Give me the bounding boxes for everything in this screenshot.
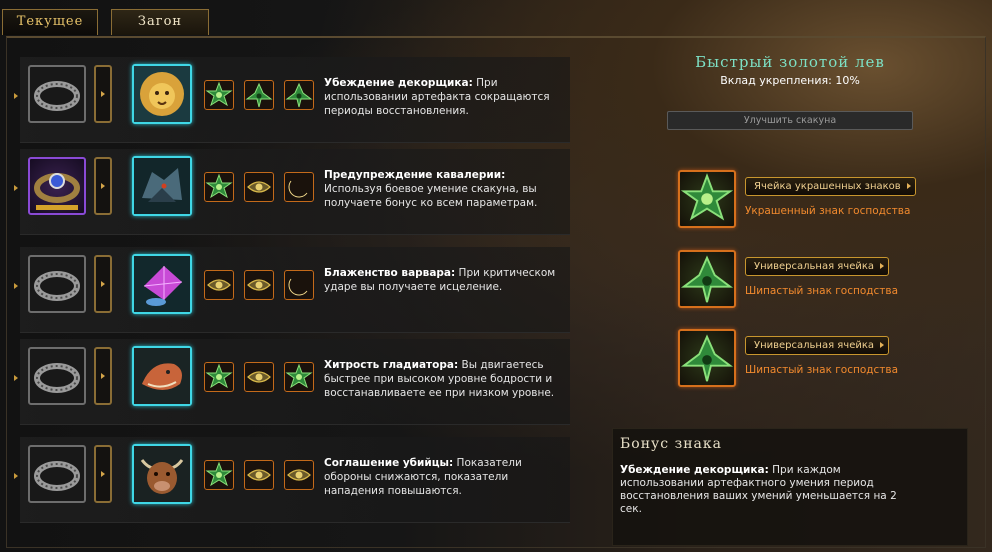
insignia-slot[interactable] bbox=[204, 80, 234, 110]
insignia-slot-type-button[interactable]: Ячейка украшенных знаков bbox=[745, 177, 916, 196]
mount-power-description: Убеждение декорщика: При использовании а… bbox=[324, 76, 564, 118]
gold-eye-insignia-icon bbox=[205, 279, 233, 303]
mount-power-name: Убеждение декорщика: bbox=[324, 77, 473, 89]
mount-power-name: Предупреждение кавалерии: bbox=[324, 169, 506, 181]
tab-current[interactable]: Текущее bbox=[2, 9, 98, 35]
gear-slot[interactable] bbox=[28, 65, 86, 123]
green-tri-insignia-icon bbox=[680, 334, 734, 389]
lizard-portrait-icon bbox=[134, 348, 190, 408]
crystal-portrait-icon bbox=[134, 256, 190, 316]
equipped-insignia-slot[interactable] bbox=[678, 170, 736, 228]
gold-eye-insignia-icon bbox=[245, 469, 273, 493]
gear-slot-expand-button[interactable] bbox=[94, 347, 112, 405]
bonus-name: Убеждение декорщика: bbox=[620, 464, 769, 476]
equipped-insignia-slot[interactable] bbox=[678, 329, 736, 387]
mount-power-description: Соглашение убийцы: Показатели обороны сн… bbox=[324, 456, 564, 498]
mount-power-description: Предупреждение кавалерии: Используя боев… bbox=[324, 168, 564, 210]
lion-portrait-icon bbox=[134, 66, 190, 126]
gear-slot-expand-button[interactable] bbox=[94, 255, 112, 313]
green-star-insignia-icon bbox=[285, 363, 313, 395]
insignia-slot[interactable] bbox=[204, 270, 234, 300]
insignia-slot-type-button[interactable]: Универсальная ячейка bbox=[745, 336, 890, 355]
mount-power-name: Блаженство варвара: bbox=[324, 267, 456, 279]
insignia-slot[interactable] bbox=[244, 172, 274, 202]
insignia-item-name: Шипастый знак господства bbox=[745, 285, 899, 297]
gear-slot-expand-button[interactable] bbox=[94, 445, 112, 503]
insignia-item-name: Шипастый знак господства bbox=[745, 364, 899, 376]
upgrade-mount-button[interactable]: Улучшить скакуна bbox=[667, 111, 913, 130]
belt-icon bbox=[30, 363, 84, 407]
insignia-slot[interactable] bbox=[204, 172, 234, 202]
gold-eye-insignia-icon bbox=[245, 279, 273, 303]
green-star-insignia-icon bbox=[680, 173, 734, 230]
row-arrow-icon bbox=[14, 375, 18, 381]
equipped-insignia-slot[interactable] bbox=[678, 250, 736, 308]
mount-power-text: Используя боевое умение скакуна, вы полу… bbox=[324, 183, 538, 209]
mount-portrait[interactable] bbox=[132, 156, 192, 216]
tab-stable[interactable]: Загон bbox=[111, 9, 209, 35]
insignia-slot[interactable] bbox=[284, 362, 314, 392]
belt-icon bbox=[30, 271, 84, 315]
insignia-bonus-text: Убеждение декорщика: При каждом использо… bbox=[620, 464, 920, 516]
gear-slot-expand-button[interactable] bbox=[94, 65, 112, 123]
gear-slot[interactable] bbox=[28, 157, 86, 215]
green-star-insignia-icon bbox=[205, 461, 233, 493]
mount-power-name: Соглашение убийцы: bbox=[324, 457, 454, 469]
gold-crescent-insignia-icon bbox=[285, 278, 313, 303]
row-arrow-icon bbox=[14, 283, 18, 289]
gear-slot[interactable] bbox=[28, 445, 86, 503]
green-star-insignia-icon bbox=[205, 363, 233, 395]
green-tri-insignia-icon bbox=[285, 82, 313, 113]
insignia-slot-type-button[interactable]: Универсальная ячейка bbox=[745, 257, 890, 276]
mount-power-name: Хитрость гладиатора: bbox=[324, 359, 459, 371]
gear-slot-expand-button[interactable] bbox=[94, 157, 112, 215]
green-star-insignia-icon bbox=[205, 81, 233, 113]
mount-power-description: Блаженство варвара: При критическом удар… bbox=[324, 266, 564, 294]
mount-title: Быстрый золотой лев bbox=[695, 53, 885, 71]
insignia-slot[interactable] bbox=[204, 362, 234, 392]
gear-slot[interactable] bbox=[28, 255, 86, 313]
row-arrow-icon bbox=[14, 185, 18, 191]
green-star-insignia-icon bbox=[205, 173, 233, 205]
gold-eye-insignia-icon bbox=[245, 181, 273, 205]
gold-eye-insignia-icon bbox=[285, 469, 313, 493]
green-tri-insignia-icon bbox=[680, 255, 734, 310]
row-arrow-icon bbox=[14, 93, 18, 99]
insignia-bonus-title: Бонус знака bbox=[620, 436, 722, 452]
belt-icon bbox=[30, 461, 84, 505]
insignia-slot[interactable] bbox=[244, 270, 274, 300]
insignia-slot[interactable] bbox=[204, 460, 234, 490]
mount-portrait[interactable] bbox=[132, 444, 192, 504]
belt-icon bbox=[30, 81, 84, 125]
insignia-slot[interactable] bbox=[244, 362, 274, 392]
insignia-slot[interactable] bbox=[284, 270, 314, 300]
minotaur-portrait-icon bbox=[134, 446, 190, 506]
insignia-slot[interactable] bbox=[244, 460, 274, 490]
mount-portrait[interactable] bbox=[132, 254, 192, 314]
beast-portrait-icon bbox=[134, 158, 190, 218]
gold-eye-insignia-icon bbox=[245, 371, 273, 395]
insignia-slot[interactable] bbox=[284, 460, 314, 490]
green-tri-insignia-icon bbox=[245, 82, 273, 113]
insignia-slot[interactable] bbox=[244, 80, 274, 110]
gear-slot[interactable] bbox=[28, 347, 86, 405]
ornate-belt-icon bbox=[30, 173, 84, 217]
insignia-slot[interactable] bbox=[284, 80, 314, 110]
row-arrow-icon bbox=[14, 473, 18, 479]
insignia-slot[interactable] bbox=[284, 172, 314, 202]
mount-power-description: Хитрость гладиатора: Вы двигаетесь быстр… bbox=[324, 358, 564, 400]
reinforce-contribution: Вклад укрепления: 10% bbox=[720, 74, 860, 87]
mount-portrait[interactable] bbox=[132, 346, 192, 406]
gold-crescent-insignia-icon bbox=[285, 180, 313, 205]
insignia-item-name: Украшенный знак господства bbox=[745, 205, 911, 217]
mount-portrait[interactable] bbox=[132, 64, 192, 124]
